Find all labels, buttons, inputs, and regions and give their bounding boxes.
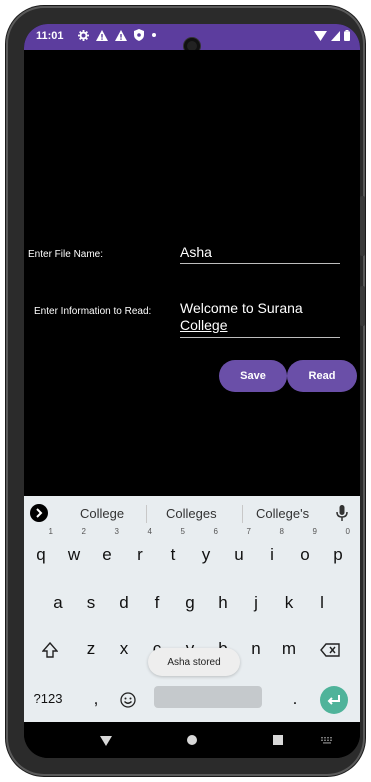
info-input-line2: College	[180, 317, 228, 333]
key-label: w	[67, 545, 81, 564]
recents-icon[interactable]	[273, 735, 283, 745]
shift-key[interactable]	[34, 630, 66, 668]
key-hint: 7	[246, 527, 251, 536]
home-icon[interactable]	[187, 735, 197, 745]
key-hint: 9	[312, 527, 317, 536]
key-hint: 1	[48, 527, 53, 536]
info-input[interactable]: Welcome to Surana College	[180, 300, 340, 338]
key-hint: 3	[114, 527, 119, 536]
key-t[interactable]: 5t	[157, 528, 189, 574]
microphone-icon[interactable]	[336, 505, 348, 522]
navigation-bar	[24, 722, 360, 758]
keyboard: College Colleges College's 1q 2w 3e 4r 5…	[24, 496, 360, 722]
info-input-line1: Welcome to Surana	[180, 300, 303, 316]
backspace-key[interactable]	[314, 630, 346, 668]
suggestion-3[interactable]: College's	[256, 506, 309, 521]
file-name-label: Enter File Name:	[28, 249, 104, 260]
key-hint: 0	[345, 527, 350, 536]
key-x[interactable]: x	[108, 630, 140, 668]
space-bar[interactable]	[154, 686, 262, 708]
key-d[interactable]: d	[108, 584, 140, 622]
key-f[interactable]: f	[141, 584, 173, 622]
settings-icon	[78, 29, 89, 41]
key-y[interactable]: 6y	[190, 528, 222, 574]
back-icon[interactable]	[100, 736, 112, 746]
warning-icon	[96, 29, 108, 41]
key-label: r	[137, 545, 143, 564]
enter-key[interactable]	[318, 680, 350, 718]
key-h[interactable]: h	[207, 584, 239, 622]
key-e[interactable]: 3e	[91, 528, 123, 574]
suggestion-2[interactable]: Colleges	[166, 506, 217, 521]
key-p[interactable]: 0p	[322, 528, 354, 574]
save-button[interactable]: Save	[219, 360, 287, 392]
key-label: u	[234, 545, 244, 564]
emoji-icon	[120, 691, 136, 708]
volume-button	[360, 196, 365, 256]
key-m[interactable]: m	[273, 630, 305, 668]
suggestion-bar: College Colleges College's	[24, 496, 360, 532]
suggestion-1[interactable]: College	[80, 506, 124, 521]
key-hint: 4	[147, 527, 152, 536]
key-l[interactable]: l	[306, 584, 338, 622]
key-i[interactable]: 8i	[256, 528, 288, 574]
status-right-icons	[314, 30, 350, 41]
chevron-right-icon[interactable]	[30, 504, 48, 522]
key-o[interactable]: 9o	[289, 528, 321, 574]
key-hint: 6	[213, 527, 218, 536]
info-label: Enter Information to Read:	[34, 306, 152, 317]
wifi-icon	[314, 30, 327, 41]
key-g[interactable]: g	[174, 584, 206, 622]
key-s[interactable]: s	[75, 584, 107, 622]
key-u[interactable]: 7u	[223, 528, 255, 574]
power-button	[360, 286, 365, 326]
key-k[interactable]: k	[273, 584, 305, 622]
symbols-key[interactable]: ?123	[28, 680, 68, 718]
key-label: q	[36, 545, 46, 564]
shield-icon	[134, 29, 144, 41]
key-hint: 2	[81, 527, 86, 536]
warning-icon	[115, 29, 127, 41]
key-hint: 5	[180, 527, 185, 536]
key-z[interactable]: z	[75, 630, 107, 668]
key-label: o	[300, 545, 310, 564]
file-name-input[interactable]: Asha	[180, 244, 340, 264]
status-time: 11:01	[36, 30, 64, 42]
key-hint: 8	[279, 527, 284, 536]
dot-icon	[152, 33, 156, 37]
key-label: p	[333, 545, 343, 564]
backspace-icon	[320, 642, 340, 657]
app-content: Enter File Name: Asha Enter Information …	[24, 50, 360, 498]
emoji-key[interactable]	[112, 680, 144, 718]
shift-icon	[41, 641, 59, 658]
key-j[interactable]: j	[240, 584, 272, 622]
key-q[interactable]: 1q	[25, 528, 57, 574]
keyboard-icon[interactable]	[321, 737, 333, 744]
comma-key[interactable]: ,	[80, 680, 112, 718]
key-label: t	[170, 545, 176, 564]
key-r[interactable]: 4r	[124, 528, 156, 574]
key-label: i	[270, 545, 274, 564]
phone-screen: 11:01 Enter File Name: Asha Enter Inform…	[24, 24, 360, 758]
key-label: e	[102, 545, 112, 564]
suggestion-divider	[146, 505, 147, 523]
key-n[interactable]: n	[240, 630, 272, 668]
key-label: y	[201, 545, 211, 564]
suggestion-divider	[242, 505, 243, 523]
key-a[interactable]: a	[42, 584, 74, 622]
enter-icon	[320, 685, 348, 714]
status-icons	[78, 29, 157, 41]
key-w[interactable]: 2w	[58, 528, 90, 574]
toast-message: Asha stored	[148, 648, 240, 676]
signal-icon	[331, 30, 340, 41]
period-key[interactable]: .	[279, 680, 311, 718]
read-button[interactable]: Read	[287, 360, 357, 392]
battery-icon	[344, 30, 350, 41]
